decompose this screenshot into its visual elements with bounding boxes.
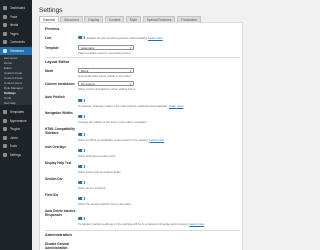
users-icon xyxy=(3,135,7,140)
submenu-item-label: Get Help xyxy=(4,100,16,105)
submenu-item-label: Custom Icons xyxy=(4,80,23,85)
sidebar-item-label: Settings xyxy=(9,152,22,157)
template-select[interactable]: Automatic ▾ xyxy=(78,45,134,50)
sidebar-item-comments[interactable]: Comments xyxy=(0,38,32,47)
sidebar-item-label: Templates xyxy=(9,110,25,115)
submenu-item-label: Elementor xyxy=(4,55,18,60)
comments-icon xyxy=(3,40,7,45)
navigation-widths-toggle[interactable] xyxy=(78,114,85,119)
icon-overlays-toggle[interactable] xyxy=(78,148,85,153)
sidebar-item-media[interactable]: Media xyxy=(0,21,32,30)
auto-delete-learn-more-link[interactable]: Learn more xyxy=(189,222,204,226)
main-content: Settings General Advanced Display Content St… xyxy=(32,0,250,250)
settings-panel: Preview Live Enable the live preview (pr… xyxy=(39,21,243,250)
sidebar-item-label: Dashboard xyxy=(9,6,26,11)
sidebar-item-posts[interactable]: Posts xyxy=(0,13,32,22)
navigation-widths-description: Change the widths of the lines in the ed… xyxy=(78,119,147,124)
field-ids-description: Show the unique field ID next to the lab… xyxy=(78,201,131,206)
column-breakdown-select[interactable]: No column ▾ xyxy=(78,81,134,86)
sidebar-item-tools[interactable]: Tools xyxy=(0,142,32,151)
settings-icon xyxy=(3,152,7,157)
sidebar-item-label: Media xyxy=(9,23,19,28)
field-ids-label: Field IDs xyxy=(45,192,59,197)
live-toggle[interactable] xyxy=(78,35,85,40)
tools-icon xyxy=(3,144,7,149)
sidebar-item-plugins[interactable]: Plugins xyxy=(0,125,32,134)
sidebar-item-label: Tools xyxy=(9,144,17,149)
submenu-item-label: Tools xyxy=(4,95,12,100)
auto-publish-label: Auto Publish xyxy=(45,94,65,99)
mode-select[interactable]: Block ▾ xyxy=(78,68,134,73)
section-div-description: Show div for sections xyxy=(78,185,106,190)
chevron-down-icon: ▾ xyxy=(129,46,132,50)
sidebar-item-label: Pages xyxy=(9,31,19,36)
dashboard-icon xyxy=(3,6,7,11)
template-description: Page template used for previewing forms. xyxy=(78,51,132,55)
section-heading-layout-editor: Layout Editor xyxy=(45,59,70,64)
sidebar-item-settings[interactable]: Settings xyxy=(0,151,32,160)
mode-label: Mode xyxy=(45,68,54,73)
page-title: Settings xyxy=(39,7,63,14)
sidebar-item-elementor[interactable]: Elementor xyxy=(0,46,32,55)
icon-overlays-description: Show field type overlay icons xyxy=(78,153,116,158)
auto-delete-description: If enabled, inactive settings on the web… xyxy=(78,221,204,226)
column-breakdown-description: Show column breakdown when editing forms xyxy=(78,87,136,91)
html-compatibility-label: HTML Compatibility Sidebars xyxy=(45,126,75,135)
navigation-widths-label: Navigation Widths xyxy=(45,110,73,115)
submenu-item-label: Home xyxy=(4,60,13,65)
section-heading-administration: Administration xyxy=(45,232,72,237)
section-div-toggle[interactable] xyxy=(78,180,85,185)
sidebar-item-label: Comments xyxy=(9,40,25,45)
submenu-item-label: Role Manager xyxy=(4,85,23,90)
html-compatibility-toggle[interactable] xyxy=(78,132,85,137)
chevron-down-icon: ▾ xyxy=(129,69,132,73)
sidebar-item-appearance[interactable]: Appearance xyxy=(0,117,32,126)
auto-publish-description: If checked, changes made in the editor w… xyxy=(78,103,184,108)
live-description: Enable the live preview (preview automat… xyxy=(87,35,163,40)
display-help-toggle[interactable] xyxy=(78,164,85,169)
plugins-icon xyxy=(3,127,7,132)
template-label: Template xyxy=(45,45,59,50)
section-div-label: Section Div xyxy=(45,176,63,181)
html-compatibility-learn-more-link[interactable]: Learn more xyxy=(149,138,164,142)
sidebar-item-pages[interactable]: Pages xyxy=(0,30,32,39)
live-label: Live xyxy=(45,35,52,40)
sidebar-item-label: Users xyxy=(9,135,18,140)
sidebar-item-templates[interactable]: Templates xyxy=(0,108,32,117)
auto-delete-label: Auto Delete Inactive Responses xyxy=(45,208,76,217)
submenu-item-label: Custom Fonts xyxy=(4,75,23,80)
posts-icon xyxy=(3,14,7,19)
auto-publish-learn-more-link[interactable]: Learn more xyxy=(169,104,184,108)
sidebar-item-dashboard[interactable]: Dashboard xyxy=(0,4,32,13)
html-compatibility-description: Show a HTML compatibility output panel i… xyxy=(78,137,165,142)
sidebar-item-label: Plugins xyxy=(9,127,20,132)
sidebar-item-label: Elementor xyxy=(9,48,25,53)
icon-overlays-label: Icon Overlays xyxy=(45,144,66,149)
submenu-item-label: Settings xyxy=(4,90,16,95)
submenu-item-label: Custom Code xyxy=(4,70,23,75)
elementor-icon xyxy=(3,48,7,53)
auto-delete-toggle[interactable] xyxy=(78,216,85,221)
mode-description: Horizontal white block visible in the ed… xyxy=(78,74,131,78)
column-breakdown-label: Column breakdown xyxy=(45,81,75,86)
sidebar-item-label: Appearance xyxy=(9,118,27,123)
submenu-item-label: Editor xyxy=(4,65,12,70)
sidebar-item-label: Posts xyxy=(9,14,18,19)
field-ids-toggle[interactable] xyxy=(78,196,85,201)
chevron-down-icon: ▾ xyxy=(129,82,132,86)
sidebar-item-users[interactable]: Users xyxy=(0,134,32,143)
pages-icon xyxy=(3,31,7,36)
section-heading-preview: Preview xyxy=(45,26,60,31)
auto-publish-toggle[interactable] xyxy=(78,98,85,103)
admin-sidebar: Dashboard Posts Media Pages Comments Elemento… xyxy=(0,0,32,250)
display-help-description: Show inline help text below fields xyxy=(78,169,121,174)
display-help-label: Display Help Text xyxy=(45,160,72,165)
media-icon xyxy=(3,23,7,28)
live-learn-more-link[interactable]: Learn more xyxy=(148,36,163,40)
disable-general-label: Disable General Administration Notifiers xyxy=(45,241,70,250)
appearance-icon xyxy=(3,118,7,123)
templates-icon xyxy=(3,110,7,115)
